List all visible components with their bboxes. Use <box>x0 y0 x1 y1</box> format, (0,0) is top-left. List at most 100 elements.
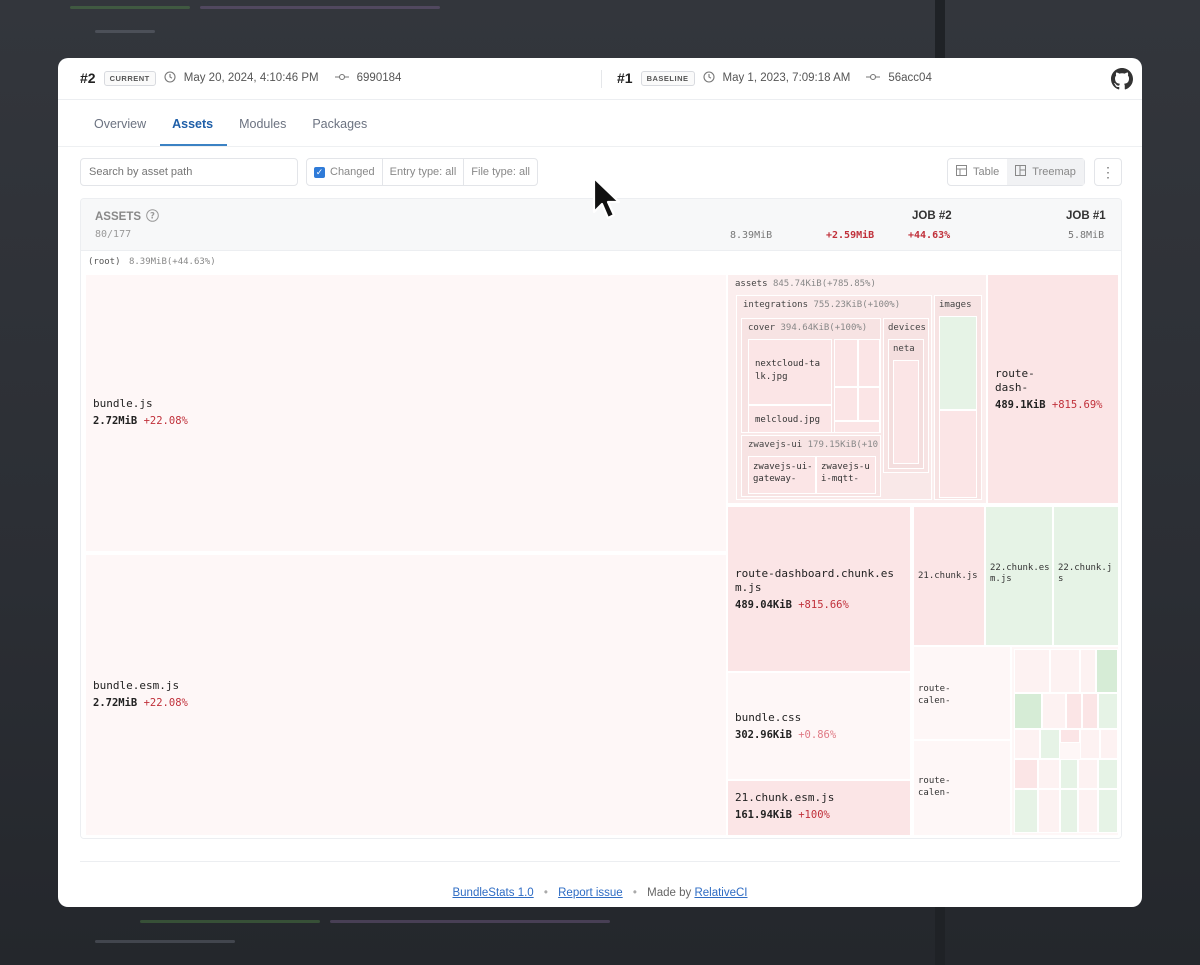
treemap-node-zwavejs-mqtt[interactable]: zwavejs-ui-mqtt- <box>816 456 876 494</box>
checkbox-checked-icon[interactable]: ✓ <box>314 166 325 178</box>
job2-column-header[interactable]: JOB #2 <box>912 210 952 222</box>
bg-code-line <box>140 920 320 923</box>
treemap-view-label: Treemap <box>1032 166 1076 178</box>
treemap-node[interactable] <box>1014 789 1038 833</box>
treemap-group-cover[interactable]: cover 394.64KiB(+100%) nextcloud-talk.jp… <box>741 318 881 433</box>
treemap-node[interactable] <box>858 339 880 387</box>
assets-title: ASSETS <box>95 211 142 223</box>
baseline-commit[interactable]: 56acc04 <box>888 72 931 84</box>
changed-filter[interactable]: ✓ Changed <box>307 159 383 185</box>
treemap-node[interactable] <box>893 360 919 464</box>
current-job[interactable]: #2 CURRENT May 20, 2024, 4:10:46 PM 6990… <box>80 70 401 86</box>
node-name: zwavejs-ui-gateway- <box>753 462 813 484</box>
root-info: 8.39MiB(+44.63%) <box>128 257 216 267</box>
treemap-node[interactable] <box>1066 693 1082 729</box>
treemap-node[interactable] <box>1040 729 1060 759</box>
treemap-node[interactable] <box>939 410 977 498</box>
treemap-node[interactable] <box>1014 649 1050 693</box>
treemap-node[interactable] <box>1096 649 1118 693</box>
treemap-node-route-calendar[interactable]: route-calen- <box>913 646 1011 740</box>
treemap-group-integrations[interactable]: integrations 755.23KiB(+100%) cover 394.… <box>736 295 932 500</box>
job1-column-header[interactable]: JOB #1 <box>1066 210 1106 222</box>
treemap-node[interactable] <box>1038 789 1060 833</box>
treemap-node[interactable] <box>1098 789 1118 833</box>
file-type-filter[interactable]: File type: all <box>464 159 537 185</box>
treemap-group-devices[interactable]: devices neta <box>883 318 929 473</box>
treemap-node[interactable] <box>1060 789 1078 833</box>
treemap-node[interactable] <box>834 339 858 387</box>
more-options-button[interactable]: ⋮ <box>1094 158 1122 186</box>
treemap-group-zwavejs-ui[interactable]: zwavejs-ui 179.15KiB(+10 zwavejs-ui-gate… <box>741 435 881 497</box>
treemap-node-22-chunk[interactable]: 22.chunk.js <box>1053 506 1119 646</box>
baseline-badge: BASELINE <box>640 70 695 86</box>
treemap-node[interactable] <box>939 316 977 410</box>
treemap-node[interactable] <box>1100 729 1118 759</box>
treemap-node[interactable] <box>1060 729 1080 743</box>
current-commit[interactable]: 6990184 <box>357 72 402 84</box>
treemap-node[interactable] <box>834 421 880 432</box>
treemap-node-route-calendar-esm[interactable]: route-calen- <box>913 740 1011 836</box>
relativeci-link[interactable]: RelativeCI <box>694 887 747 899</box>
treemap-root-label[interactable]: (root) 8.39MiB(+44.63%) <box>88 257 216 267</box>
treemap-node[interactable] <box>1014 759 1038 789</box>
current-date: May 20, 2024, 4:10:46 PM <box>183 72 319 84</box>
treemap-group-small-chunks[interactable] <box>1011 646 1119 836</box>
treemap-node[interactable] <box>1098 693 1118 729</box>
treemap-node[interactable] <box>1038 759 1060 789</box>
treemap-node[interactable] <box>1082 693 1098 729</box>
treemap-group-neta[interactable]: neta <box>888 339 924 469</box>
treemap-node-22-chunk-esm[interactable]: 22.chunk.esm.js <box>985 506 1053 646</box>
tab-overview[interactable]: Overview <box>82 100 160 146</box>
report-issue-link[interactable]: Report issue <box>558 887 623 899</box>
help-icon[interactable]: ? <box>146 209 159 225</box>
treemap-node[interactable] <box>1050 649 1080 693</box>
footer-dot: • <box>632 887 637 899</box>
baseline-job[interactable]: #1 BASELINE May 1, 2023, 7:09:18 AM 56ac… <box>617 70 932 86</box>
treemap-node-21-chunk[interactable]: 21.chunk.js <box>913 506 985 646</box>
tab-assets[interactable]: Assets <box>160 100 228 146</box>
treemap-node-21-chunk-esm[interactable]: 21.chunk.esm.js 161.94KiB +100% <box>727 780 911 836</box>
bg-code-line <box>95 30 155 33</box>
treemap-node[interactable] <box>1080 649 1096 693</box>
treemap-node[interactable] <box>1078 789 1098 833</box>
commit-icon <box>866 71 881 85</box>
treemap: (root) 8.39MiB(+44.63%) bundle.js 2.72Mi… <box>81 252 1121 838</box>
treemap-node-nextcloud[interactable]: nextcloud-talk.jpg <box>748 339 832 405</box>
treemap-node[interactable] <box>858 387 880 421</box>
assets-count: 80/177 <box>95 229 132 240</box>
tabs-divider <box>58 146 1142 147</box>
tab-modules[interactable]: Modules <box>227 100 300 146</box>
node-name: 22.chunk.esm.js <box>990 563 1050 584</box>
node-name: 21.chunk.esm.js <box>735 791 835 804</box>
tab-packages[interactable]: Packages <box>300 100 381 146</box>
table-view-button[interactable]: Table <box>948 159 1007 185</box>
search-input[interactable] <box>80 158 298 186</box>
treemap-node-route-dash[interactable]: route-dash- 489.1KiB +815.69% <box>987 274 1119 504</box>
treemap-node-bundle-css[interactable]: bundle.css 302.96KiB +0.86% <box>727 672 911 780</box>
treemap-node-melcloud[interactable]: melcloud.jpg <box>748 405 832 432</box>
node-name: route-calen- <box>918 684 951 706</box>
node-size: 2.72MiB +22.08% <box>93 415 188 427</box>
treemap-node-bundle-esm-js[interactable]: bundle.esm.js 2.72MiB +22.08% <box>85 554 727 836</box>
treemap-node[interactable] <box>1060 759 1078 789</box>
treemap-node[interactable] <box>1080 729 1100 759</box>
entry-type-filter[interactable]: Entry type: all <box>383 159 465 185</box>
treemap-node[interactable] <box>1014 729 1040 759</box>
treemap-group-assets[interactable]: assets 845.74KiB(+785.85%) integrations … <box>727 274 987 504</box>
treemap-node-route-dashboard[interactable]: route-dashboard.chunk.esm.js 489.04KiB +… <box>727 506 911 672</box>
group-label: zwavejs-ui 179.15KiB(+10 <box>748 440 879 450</box>
treemap-node[interactable] <box>834 387 858 421</box>
treemap-view-button[interactable]: Treemap <box>1007 159 1084 185</box>
assets-panel: ASSETS ? 80/177 JOB #2 JOB #1 8.39MiB +2… <box>80 198 1122 839</box>
github-icon[interactable] <box>1111 68 1133 95</box>
bundlestats-link[interactable]: BundleStats 1.0 <box>452 887 533 899</box>
treemap-node-bundle-js[interactable]: bundle.js 2.72MiB +22.08% <box>85 274 727 552</box>
treemap-node[interactable] <box>1042 693 1066 729</box>
treemap-node[interactable] <box>1014 693 1042 729</box>
table-icon <box>956 165 967 179</box>
filter-group: ✓ Changed Entry type: all File type: all <box>306 158 538 186</box>
treemap-group-images[interactable]: images <box>934 295 982 500</box>
treemap-node[interactable] <box>1078 759 1098 789</box>
treemap-node-zwavejs-gateway[interactable]: zwavejs-ui-gateway- <box>748 456 816 494</box>
treemap-node[interactable] <box>1098 759 1118 789</box>
